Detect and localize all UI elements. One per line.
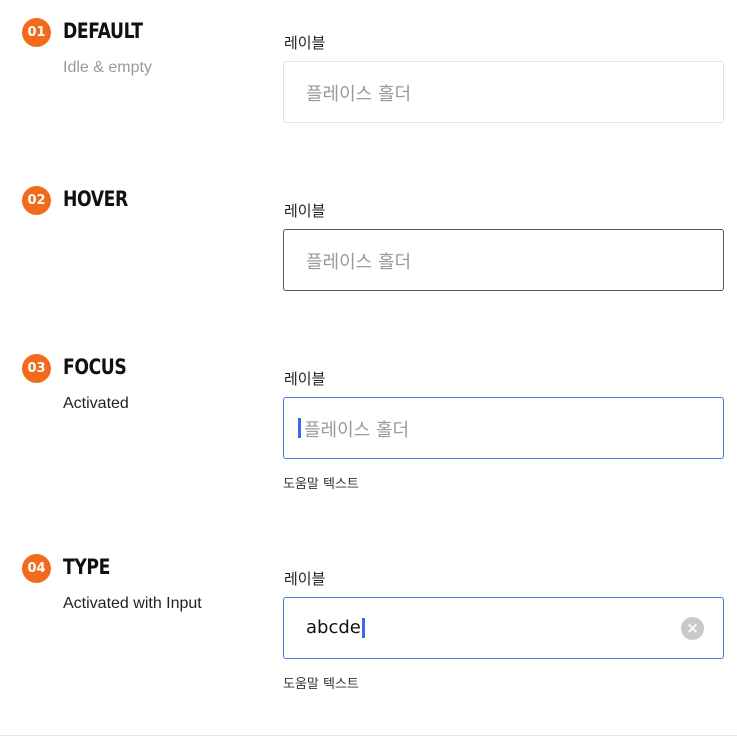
text-input-type[interactable]: abcde × (283, 597, 724, 659)
state-subtitle: Activated (63, 395, 129, 412)
state-subtitle: Activated with Input (63, 595, 202, 612)
input-value: abcde (306, 617, 361, 638)
input-placeholder: 플레이스 홀더 (306, 252, 412, 273)
bottom-divider (0, 735, 737, 736)
state-title: HOVER (63, 187, 128, 211)
text-caret (362, 618, 365, 638)
step-badge: 01 (22, 18, 51, 47)
helper-text: 도움말 텍스트 (283, 477, 359, 492)
clear-icon[interactable]: × (681, 617, 704, 640)
field-label: 레이블 (284, 370, 326, 388)
state-subtitle: Idle & empty (63, 59, 152, 76)
input-placeholder: 플레이스 홀더 (306, 84, 412, 105)
field-label: 레이블 (284, 34, 326, 52)
text-input-default[interactable]: 플레이스 홀더 (283, 61, 724, 123)
state-title: FOCUS (63, 355, 127, 379)
state-title: DEFAULT (63, 19, 143, 43)
state-title: TYPE (63, 555, 110, 579)
field-label: 레이블 (284, 202, 326, 220)
helper-text: 도움말 텍스트 (283, 677, 359, 692)
text-input-focus[interactable]: 플레이스 홀더 (283, 397, 724, 459)
field-label: 레이블 (284, 570, 326, 588)
step-badge: 04 (22, 554, 51, 583)
text-input-hover[interactable]: 플레이스 홀더 (283, 229, 724, 291)
text-caret (298, 418, 301, 438)
step-badge: 03 (22, 354, 51, 383)
step-badge: 02 (22, 186, 51, 215)
input-placeholder: 플레이스 홀더 (304, 420, 410, 441)
